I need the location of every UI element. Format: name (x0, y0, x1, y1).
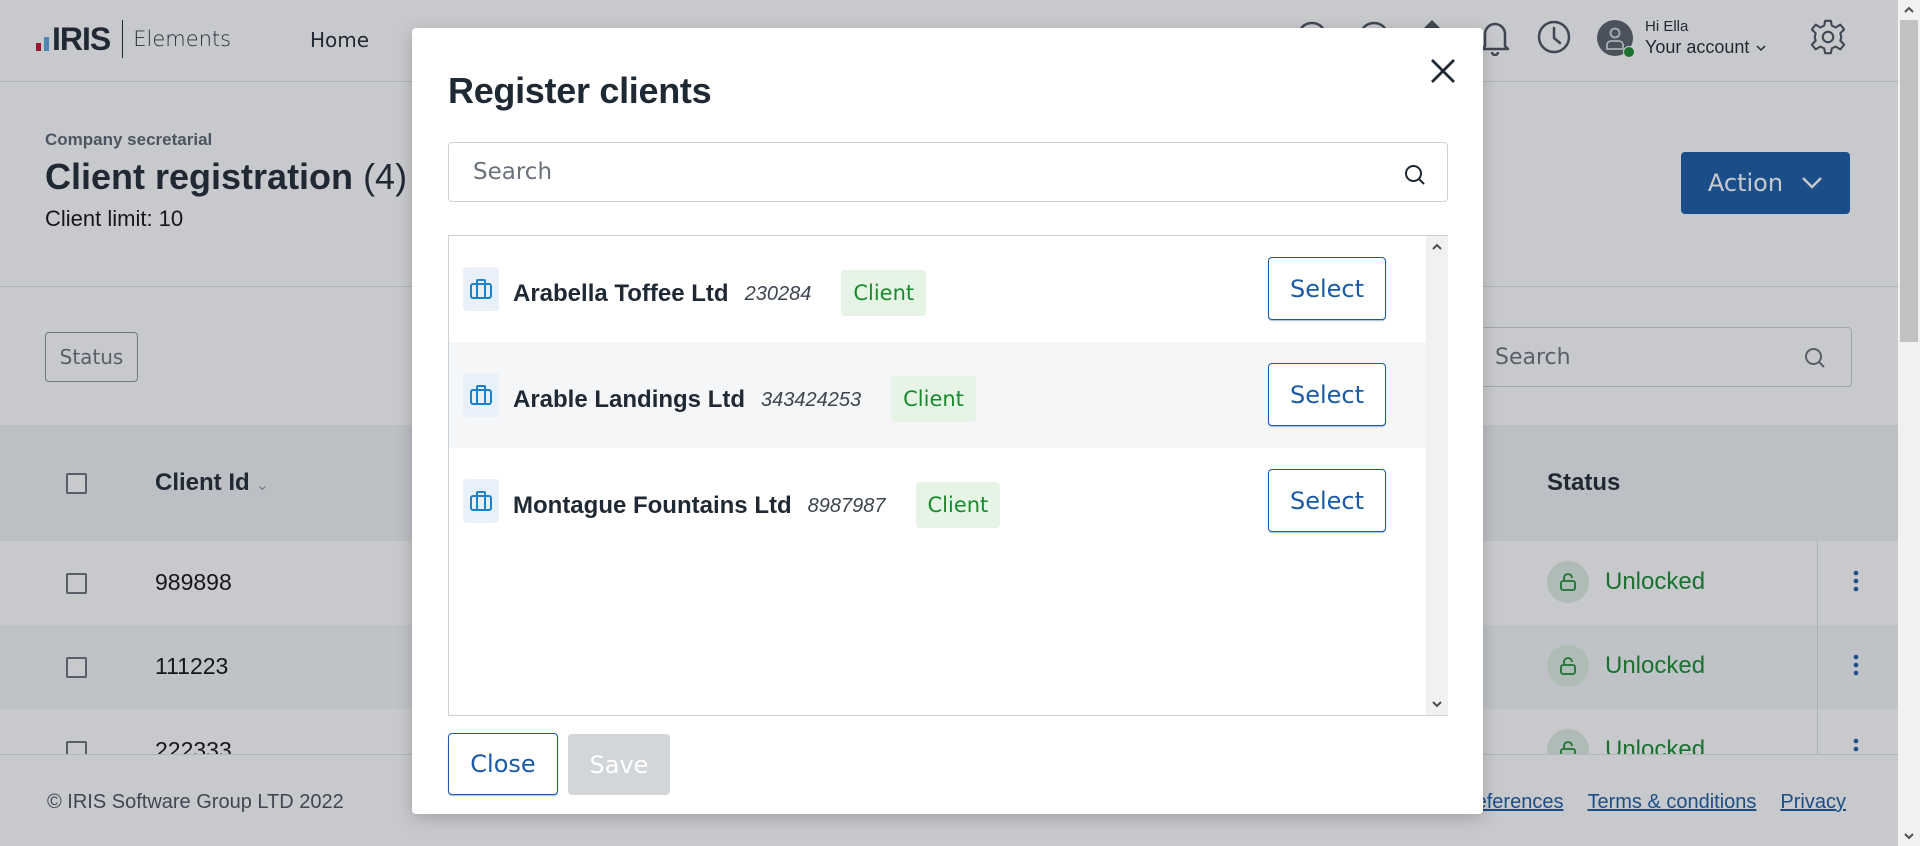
client-results-list: Arabella Toffee Ltd 230284 Client Select… (448, 235, 1448, 716)
scroll-down-arrow-icon[interactable] (1903, 831, 1915, 841)
client-list-item: Arable Landings Ltd 343424253 Client Sel… (449, 342, 1426, 448)
modal-title: Register clients (448, 70, 712, 111)
briefcase-icon (463, 479, 499, 523)
scroll-up-arrow-icon[interactable] (1431, 242, 1443, 252)
client-name: Arable Landings Ltd (513, 386, 746, 413)
scrollbar-thumb[interactable] (1900, 20, 1918, 342)
client-list-item: Montague Fountains Ltd 8987987 Client Se… (449, 448, 1426, 554)
client-name: Montague Fountains Ltd (513, 492, 792, 519)
client-list-item: Arabella Toffee Ltd 230284 Client Select (449, 236, 1426, 342)
client-number: 8987987 (807, 494, 886, 517)
register-clients-modal: Register clients Arabella Toffee Ltd 230… (412, 28, 1483, 814)
client-type-tag: Client (915, 482, 1001, 528)
scroll-up-arrow-icon[interactable] (1903, 5, 1915, 15)
modal-close-button[interactable] (1426, 54, 1460, 88)
modal-search-input[interactable] (449, 143, 1447, 201)
select-client-button[interactable]: Select (1268, 363, 1386, 426)
modal-search-field (448, 142, 1448, 202)
select-client-button[interactable]: Select (1268, 257, 1386, 320)
client-type-tag: Client (891, 376, 976, 422)
client-number: 230284 (744, 282, 812, 305)
client-number: 343424253 (761, 388, 862, 411)
client-type-tag: Client (841, 270, 927, 316)
briefcase-icon (463, 267, 499, 311)
list-scrollbar[interactable] (1426, 236, 1448, 715)
page-scrollbar[interactable] (1898, 0, 1920, 846)
client-name: Arabella Toffee Ltd (513, 280, 729, 307)
select-client-button[interactable]: Select (1268, 469, 1386, 532)
close-button[interactable]: Close (448, 733, 558, 795)
search-icon[interactable] (1403, 163, 1427, 187)
save-button[interactable]: Save (568, 734, 670, 795)
close-icon (1431, 59, 1455, 83)
briefcase-icon (463, 373, 499, 417)
scroll-down-arrow-icon[interactable] (1431, 699, 1443, 709)
